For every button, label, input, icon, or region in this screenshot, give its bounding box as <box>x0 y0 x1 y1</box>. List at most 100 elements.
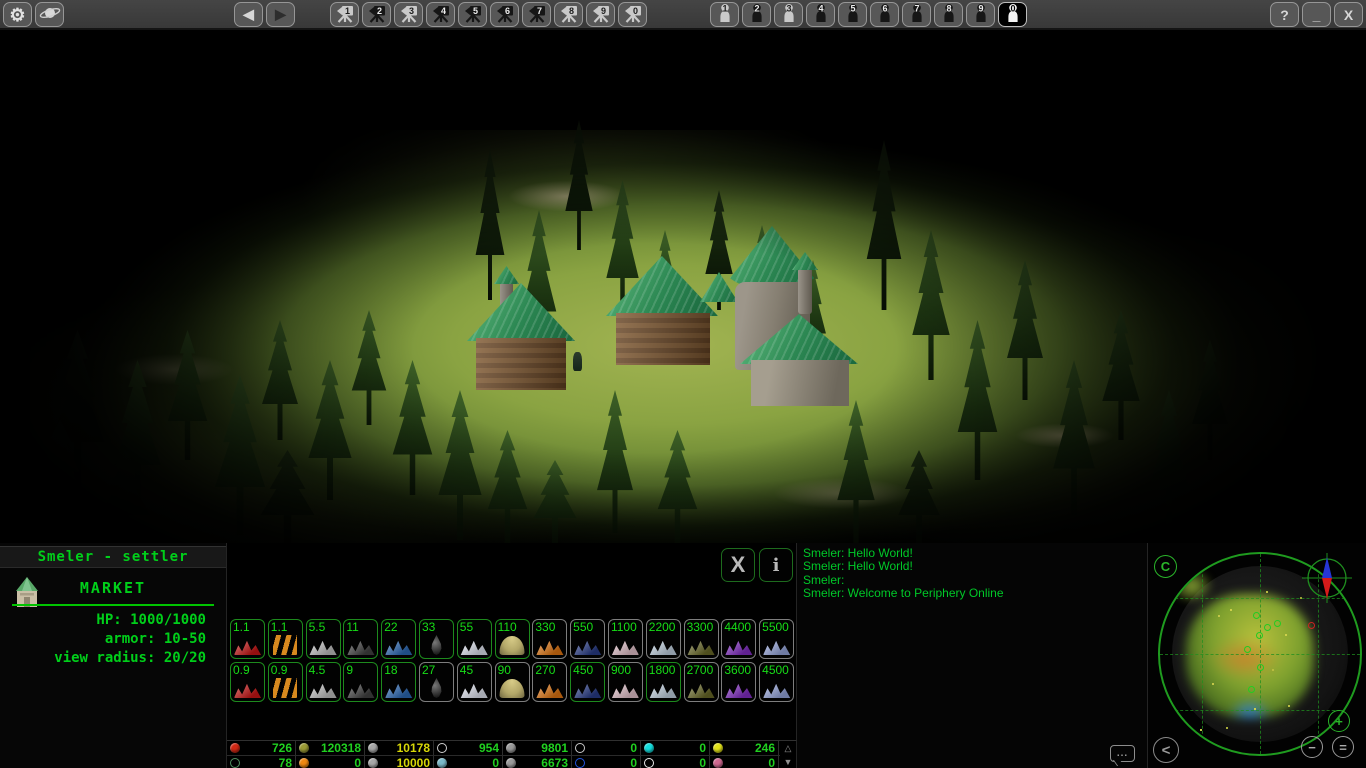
resource-dot-icon[interactable] <box>437 743 447 753</box>
market-item-cell[interactable]: 18 <box>381 662 417 702</box>
market-item-cell[interactable]: 9 <box>343 662 379 702</box>
unit-slot-button[interactable]: 7 <box>902 2 931 27</box>
camera-slot-button[interactable]: 9 <box>586 2 615 27</box>
market-item-cell[interactable]: 22 <box>381 619 417 659</box>
market-item-cell[interactable]: 55 <box>456 619 492 659</box>
scroll-down-icon[interactable]: ▼ <box>784 757 793 767</box>
market-item-cell[interactable]: 5500 <box>759 619 795 659</box>
back-button[interactable]: ◀ <box>234 2 263 27</box>
market-item-cell[interactable]: 110 <box>494 619 530 659</box>
resource-dot-icon[interactable] <box>644 743 654 753</box>
camera-slot-button[interactable]: 5 <box>458 2 487 27</box>
resource-item-icon <box>649 640 677 655</box>
help-button[interactable]: ? <box>1270 2 1299 27</box>
market-item-cell[interactable]: 33 <box>418 619 454 659</box>
unit-slot-button[interactable]: 5 <box>838 2 867 27</box>
market-item-cell[interactable]: 2200 <box>645 619 681 659</box>
bottom-hud: Smeler - settler MARKET HP: 1000/1000 ar… <box>0 543 1366 768</box>
resource-dot-icon[interactable] <box>575 757 585 768</box>
minimap-equal-button[interactable]: = <box>1332 736 1354 758</box>
minimap-back-button[interactable]: < <box>1153 737 1179 763</box>
chat-bubble-icon[interactable]: ... <box>1110 745 1135 762</box>
market-item-cell[interactable]: 27 <box>418 662 454 702</box>
unit-slot-button[interactable]: 4 <box>806 2 835 27</box>
market-item-cell[interactable]: 1800 <box>645 662 681 702</box>
resource-dot-icon[interactable] <box>575 743 585 753</box>
minimap-center-button[interactable]: C <box>1154 555 1177 578</box>
resource-row: 726 120318 10178 954 9801 0 0 246 <box>227 741 780 755</box>
camera-icon: 8 <box>558 3 580 26</box>
market-item-cell[interactable]: 1100 <box>607 619 643 659</box>
market-item-cell[interactable]: 0.9 <box>267 662 303 702</box>
game-viewport[interactable] <box>0 30 1366 543</box>
market-item-cell[interactable]: 330 <box>532 619 568 659</box>
resource-dot-icon[interactable] <box>713 743 723 753</box>
resource-item-icon <box>309 683 337 698</box>
close-market-button[interactable]: X <box>721 548 755 582</box>
camera-slot-button[interactable]: 0 <box>618 2 647 27</box>
camera-icon: 0 <box>622 3 644 26</box>
minimap-zoom-in-button[interactable]: + <box>1328 710 1350 732</box>
scroll-up-icon[interactable]: △ <box>785 743 792 754</box>
camera-slot-button[interactable]: 3 <box>394 2 423 27</box>
minimap-zoom-out-button[interactable]: − <box>1301 736 1323 758</box>
resource-dot-icon[interactable] <box>230 757 240 768</box>
market-item-cell[interactable]: 1.1 <box>267 619 303 659</box>
market-item-cell[interactable]: 90 <box>494 662 530 702</box>
minimap-enemy-marker <box>1308 622 1315 629</box>
market-item-cell[interactable]: 45 <box>456 662 492 702</box>
unit-slot-button[interactable]: 0 <box>998 2 1027 27</box>
camera-slot-button[interactable]: 1 <box>330 2 359 27</box>
resource-dot-icon[interactable] <box>230 743 240 753</box>
market-item-cell[interactable]: 0.9 <box>230 662 265 702</box>
market-item-cell[interactable]: 550 <box>570 619 606 659</box>
resource-dot-icon[interactable] <box>644 757 654 768</box>
resource-dot-icon[interactable] <box>299 743 309 753</box>
unit-slot-button[interactable]: 1 <box>710 2 739 27</box>
camera-slot-button[interactable]: 4 <box>426 2 455 27</box>
market-item-cell[interactable]: 1.1 <box>230 619 265 659</box>
market-item-cell[interactable]: 4400 <box>721 619 757 659</box>
camera-slot-button[interactable]: 8 <box>554 2 583 27</box>
camera-slot-button[interactable]: 6 <box>490 2 519 27</box>
unit-slot-button[interactable]: 9 <box>966 2 995 27</box>
unit-slot-button[interactable]: 2 <box>742 2 771 27</box>
resource-cell: 10178 <box>365 741 434 755</box>
market-item-cell[interactable]: 3300 <box>683 619 719 659</box>
settings-button[interactable]: ⚙ <box>3 2 32 27</box>
info-button[interactable]: i <box>759 548 793 582</box>
svg-text:4: 4 <box>440 6 445 16</box>
camera-slot-button[interactable]: 7 <box>522 2 551 27</box>
close-window-button[interactable]: X <box>1334 2 1363 27</box>
market-item-cell[interactable]: 450 <box>570 662 606 702</box>
market-item-cell[interactable]: 900 <box>607 662 643 702</box>
resource-amount: 10000 <box>396 755 430 768</box>
camera-slot-button[interactable]: 2 <box>362 2 391 27</box>
minimize-button[interactable]: _ <box>1302 2 1331 27</box>
resource-dot-icon[interactable] <box>368 757 378 768</box>
market-item-cell[interactable]: 4.5 <box>305 662 341 702</box>
unit-slot-button[interactable]: 8 <box>934 2 963 27</box>
market-item-cell[interactable]: 3600 <box>721 662 757 702</box>
market-item-cell[interactable]: 11 <box>343 619 379 659</box>
market-item-cell[interactable]: 4500 <box>759 662 795 702</box>
forward-button[interactable]: ▶ <box>266 2 295 27</box>
unit-slot-button[interactable]: 6 <box>870 2 899 27</box>
resource-dot-icon[interactable] <box>437 757 447 768</box>
resource-item-icon <box>763 640 791 655</box>
market-item-cell[interactable]: 5.5 <box>305 619 341 659</box>
resource-dot-icon[interactable] <box>299 757 309 768</box>
world-button[interactable] <box>35 2 64 27</box>
item-price: 1.1 <box>270 620 288 634</box>
resource-dot-icon[interactable] <box>713 757 723 768</box>
resource-dot-icon[interactable] <box>506 757 516 768</box>
close-icon: X <box>1343 6 1354 23</box>
resource-item-icon <box>687 640 715 655</box>
market-item-cell[interactable]: 270 <box>532 662 568 702</box>
resource-cell: 726 <box>227 741 296 755</box>
market-item-cell[interactable]: 2700 <box>683 662 719 702</box>
unit-slot-button[interactable]: 3 <box>774 2 803 27</box>
resource-dot-icon[interactable] <box>506 743 516 753</box>
resource-dot-icon[interactable] <box>368 743 378 753</box>
resource-amount: 0 <box>630 755 637 768</box>
